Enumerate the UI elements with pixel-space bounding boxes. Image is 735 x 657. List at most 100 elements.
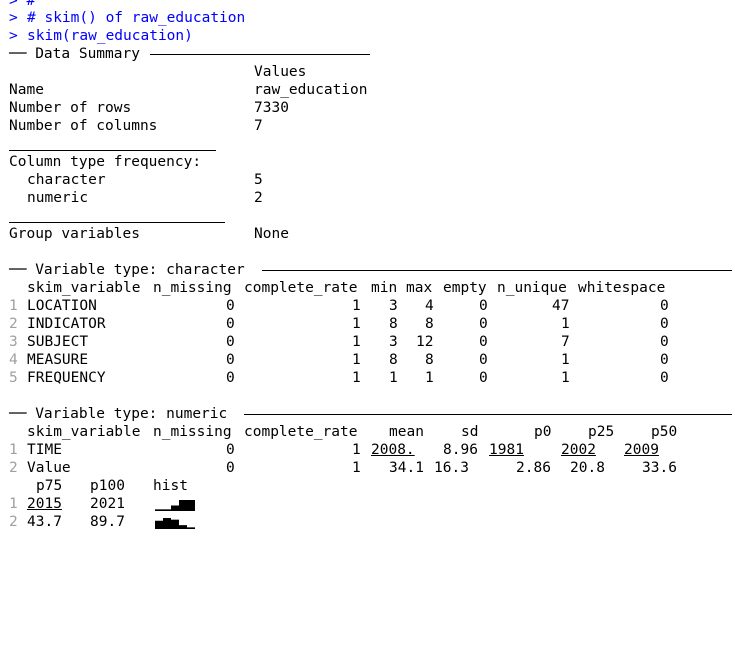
col-header-max: max (406, 280, 433, 296)
cell-skim-variable: FREQUENCY (27, 370, 106, 386)
cell-complete-rate: 1 (352, 316, 361, 332)
data-summary-title: ── Data Summary (9, 46, 140, 62)
cell-n-unique: 1 (561, 352, 570, 368)
summary-row: Name raw_education (0, 81, 368, 99)
hist-bar (187, 500, 195, 511)
summary-value: 7 (254, 118, 263, 134)
cell-p50: 33.6 (642, 460, 677, 476)
col-header-p100: p100 (90, 478, 125, 494)
col-header-empty: empty (443, 280, 487, 296)
cell-whitespace: 0 (660, 316, 669, 332)
col-header-mean: mean (389, 424, 424, 440)
r-console-output: > # > # skim() of raw_education > skim(r… (0, 0, 735, 532)
cell-min: 8 (389, 352, 398, 368)
separator-rule (9, 222, 225, 223)
row-index: 1 (9, 442, 18, 458)
cell-skim-variable: SUBJECT (27, 334, 89, 350)
cell-n-unique: 47 (552, 298, 570, 314)
col-header-n-unique: n_unique (497, 280, 567, 296)
group-variables-value: None (254, 226, 289, 242)
cell-max: 12 (416, 334, 434, 350)
values-column-header: Values (254, 64, 307, 80)
cell-empty: 0 (479, 370, 488, 386)
cell-n-missing: 0 (226, 460, 235, 476)
header-rule (244, 414, 732, 415)
character-table-row: 3 SUBJECT 0 1 3 12 0 7 0 (0, 333, 669, 351)
cell-p100: 89.7 (90, 514, 125, 530)
cell-mean: 2008. (371, 442, 415, 458)
row-index: 1 (9, 496, 18, 512)
col-header-sd: sd (461, 424, 479, 440)
summary-row: Number of rows 7330 (0, 99, 289, 117)
row-index: 2 (9, 460, 18, 476)
numeric-section-title: ── Variable type: numeric (9, 406, 228, 422)
cell-p50: 2009 (624, 442, 659, 458)
col-header-p50: p50 (651, 424, 678, 440)
cell-min: 3 (389, 298, 398, 314)
col-header-p25: p25 (588, 424, 615, 440)
cell-n-missing: 0 (226, 298, 235, 314)
numeric-section-header: ── Variable type: numeric (0, 405, 732, 423)
summary-label: Number of columns (9, 118, 158, 134)
cell-n-missing: 0 (226, 316, 235, 332)
hist-bar (171, 519, 179, 529)
cell-sd: 16.3 (434, 460, 469, 476)
cell-complete-rate: 1 (352, 460, 361, 476)
col-header-skim-variable: skim_variable (27, 280, 141, 296)
cell-p25: 20.8 (570, 460, 605, 476)
cell-complete-rate: 1 (352, 334, 361, 350)
cell-p75: 43.7 (27, 514, 62, 530)
column-type-row: numeric 2 (0, 189, 263, 207)
cell-n-unique: 1 (561, 370, 570, 386)
cell-p0: 2.86 (516, 460, 551, 476)
cell-min: 1 (389, 370, 398, 386)
cell-mean: 34.1 (389, 460, 424, 476)
cell-whitespace: 0 (660, 334, 669, 350)
cell-n-unique: 1 (561, 316, 570, 332)
cell-complete-rate: 1 (352, 298, 361, 314)
column-type-row: character 5 (0, 171, 263, 189)
hist-bar (155, 509, 163, 511)
character-table-row: 2 INDICATOR 0 1 8 8 0 1 0 (0, 315, 669, 333)
prompt-symbol: > (9, 28, 18, 44)
comment-text: # skim() of raw_education (27, 10, 246, 26)
col-header-n-missing: n_missing (153, 424, 232, 440)
cell-max: 8 (425, 352, 434, 368)
hist-bar (171, 505, 179, 511)
cell-complete-rate: 1 (352, 352, 361, 368)
cell-min: 3 (389, 334, 398, 350)
cell-sd: 8.96 (443, 442, 478, 458)
numeric-continued-row: 1 2015 2021 (0, 495, 195, 513)
col-header-hist: hist (153, 478, 188, 494)
summary-row: Number of columns 7 (0, 117, 263, 135)
cell-n-missing: 0 (226, 370, 235, 386)
column-type-count: 2 (254, 190, 263, 206)
prompt-symbol: > (9, 10, 18, 26)
separator-line (0, 135, 735, 153)
column-type-frequency-title-row: Column type frequency: (0, 153, 201, 171)
row-index: 4 (9, 352, 18, 368)
group-variables-row: Group variables None (0, 225, 289, 243)
numeric-continued-row: 2 43.7 89.7 (0, 513, 195, 531)
row-index: 2 (9, 514, 18, 530)
data-summary-header: ── Data Summary (0, 45, 370, 63)
col-header-whitespace: whitespace (578, 280, 666, 296)
character-table-row: 1 LOCATION 0 1 3 4 0 47 0 (0, 297, 669, 315)
group-variables-label: Group variables (9, 226, 140, 242)
separator-line (0, 207, 735, 225)
summary-value: 7330 (254, 100, 289, 116)
row-index: 3 (9, 334, 18, 350)
cell-max: 8 (425, 316, 434, 332)
column-type-label: character (27, 172, 106, 188)
col-header-p75: p75 (36, 478, 63, 494)
cell-whitespace: 0 (660, 298, 669, 314)
hist-bar (163, 509, 171, 511)
column-type-frequency-title: Column type frequency: (9, 154, 202, 170)
hist-bar (163, 518, 171, 529)
summary-label: Number of rows (9, 100, 132, 116)
hist-bar (155, 520, 163, 529)
cell-skim-variable: INDICATOR (27, 316, 106, 332)
character-table-row: 5 FREQUENCY 0 1 1 1 0 1 0 (0, 369, 669, 387)
cell-complete-rate: 1 (352, 442, 361, 458)
cell-skim-variable: MEASURE (27, 352, 89, 368)
